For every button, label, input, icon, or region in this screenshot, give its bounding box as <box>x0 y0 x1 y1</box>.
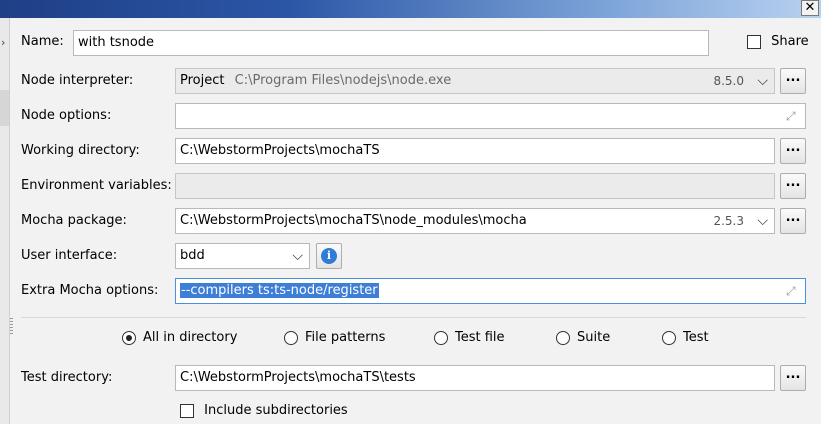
mocha-package-select[interactable]: C:\WebstormProjects\mochaTS\node_modules… <box>175 208 775 234</box>
interpreter-browse-button[interactable]: ... <box>780 68 806 94</box>
test-directory-browse-button[interactable]: ... <box>780 365 806 391</box>
close-icon[interactable]: ✕ <box>805 0 816 15</box>
radio-file-patterns[interactable]: File patterns <box>284 330 385 345</box>
mocha-package-value: C:\WebstormProjects\mochaTS\node_modules… <box>180 213 527 228</box>
environment-variables-field[interactable] <box>175 173 775 199</box>
radio-test[interactable]: Test <box>662 330 709 345</box>
environment-variables-browse-button[interactable]: ... <box>780 173 806 199</box>
chevron-down-icon: ⌵ <box>757 73 768 89</box>
node-options-field[interactable]: ⤢ <box>175 103 806 129</box>
environment-variables-label: Environment variables: <box>21 178 172 193</box>
radio-label: All in directory <box>143 330 238 345</box>
chevron-down-icon: ⌵ <box>757 213 768 229</box>
extra-mocha-options-label: Extra Mocha options: <box>21 283 159 298</box>
radio-label: Test <box>683 330 709 345</box>
include-subdirectories-checkbox[interactable] <box>180 403 194 418</box>
mocha-package-label: Mocha package: <box>21 213 127 228</box>
radio-test-file[interactable]: Test file <box>434 330 505 345</box>
radio-label: Suite <box>577 330 611 345</box>
name-value: with tsnode <box>78 35 155 50</box>
radio-button[interactable] <box>284 330 298 345</box>
splitter-handle[interactable] <box>10 318 13 336</box>
chevron-right-icon[interactable]: › <box>1 36 5 49</box>
interpreter-path: C:\Program Files\nodejs\node.exe <box>234 73 452 88</box>
radio-button[interactable] <box>556 330 570 345</box>
name-label: Name: <box>21 34 64 49</box>
node-options-label: Node options: <box>21 108 112 123</box>
configurations-sidebar: › <box>0 18 10 424</box>
radio-button[interactable] <box>662 330 676 345</box>
radio-all-in-directory[interactable]: All in directory <box>122 330 237 345</box>
info-icon: i <box>321 248 337 264</box>
name-field[interactable]: with tsnode <box>73 30 709 56</box>
extra-mocha-options-field[interactable]: --compilers ts:ts-node/register ⤢ <box>175 278 806 304</box>
test-directory-value: C:\WebstormProjects\mochaTS\tests <box>180 370 416 385</box>
separator <box>21 317 806 318</box>
include-subdirectories-row[interactable]: Include subdirectories <box>180 403 348 418</box>
info-button[interactable]: i <box>316 243 342 269</box>
share-label: Share <box>771 34 809 49</box>
node-interpreter-label: Node interpreter: <box>21 73 134 88</box>
extra-mocha-options-value: --compilers ts:ts-node/register <box>180 283 379 298</box>
user-interface-select[interactable]: bdd ⌵ <box>175 243 310 269</box>
working-directory-value: C:\WebstormProjects\mochaTS <box>180 143 380 158</box>
radio-button[interactable] <box>434 330 448 345</box>
mocha-package-browse-button[interactable]: ... <box>780 208 806 234</box>
selected-configuration-marker[interactable] <box>0 90 9 126</box>
chevron-down-icon: ⌵ <box>292 248 303 264</box>
interpreter-version: 8.5.0 <box>713 74 744 88</box>
radio-label: File patterns <box>305 330 386 345</box>
expand-icon[interactable]: ⤢ <box>786 109 800 123</box>
radio-button[interactable] <box>122 330 136 345</box>
share-checkbox[interactable] <box>747 34 761 49</box>
title-bar: ✕ <box>0 0 821 18</box>
interpreter-kind: Project <box>180 73 225 88</box>
mocha-package-version: 2.5.3 <box>713 214 744 228</box>
share-checkbox-row[interactable]: Share <box>747 34 809 49</box>
expand-icon[interactable]: ⤢ <box>786 284 800 298</box>
close-button[interactable]: ✕ <box>801 0 819 16</box>
radio-suite[interactable]: Suite <box>556 330 610 345</box>
radio-label: Test file <box>455 330 505 345</box>
user-interface-value: bdd <box>180 248 205 263</box>
node-interpreter-select[interactable]: Project C:\Program Files\nodejs\node.exe… <box>175 68 775 94</box>
test-directory-label: Test directory: <box>21 370 113 385</box>
include-subdirectories-label: Include subdirectories <box>204 403 348 418</box>
working-directory-label: Working directory: <box>21 143 140 158</box>
user-interface-label: User interface: <box>21 248 118 263</box>
working-directory-field[interactable]: C:\WebstormProjects\mochaTS <box>175 138 775 164</box>
test-directory-field[interactable]: C:\WebstormProjects\mochaTS\tests <box>175 365 775 391</box>
working-directory-browse-button[interactable]: ... <box>780 138 806 164</box>
